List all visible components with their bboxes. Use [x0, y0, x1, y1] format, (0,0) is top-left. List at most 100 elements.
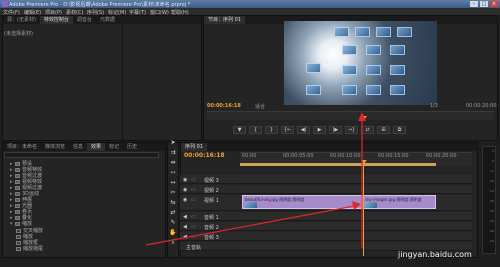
tab-markers[interactable]: 标记	[105, 143, 123, 151]
rolling-edit-tool-icon[interactable]: ⇿	[169, 169, 177, 177]
timeline-timecode[interactable]: 00:00:16:18	[184, 152, 225, 159]
work-area-bar[interactable]	[240, 163, 436, 166]
eye-icon[interactable]: ◉	[183, 197, 187, 203]
lock-icon[interactable]: ▭	[191, 177, 196, 183]
speaker-icon[interactable]: ◀	[183, 224, 187, 230]
tree-item-wipe[interactable]: ▾ 缩放	[10, 220, 32, 227]
maximize-button[interactable]: □	[480, 1, 488, 7]
audio-meter: 0 -6 -12 -18 -24 -30 -36 -42 -48 -54	[482, 146, 496, 254]
ruler-label: 00:00	[242, 153, 257, 159]
track-lane-audio-2[interactable]	[240, 222, 472, 231]
image-tile	[355, 27, 370, 37]
speaker-icon[interactable]: ◀	[183, 234, 187, 240]
program-playhead[interactable]	[361, 116, 367, 120]
timeline-clip-2[interactable]: sky-images.jpg 透明度:透明度	[362, 195, 436, 209]
close-button[interactable]: ×	[490, 1, 498, 7]
transition-icon	[16, 246, 21, 251]
menu-bar: 文件(F) 编辑(E) 项目(P) 素材(C) 序列(S) 标记(M) 字幕(T…	[0, 8, 500, 16]
tools: ➤ ⇉ ⇹ ⇿ ↔ ✂ ⇆ ⇄ ✎ ✋ ⌕	[168, 139, 178, 249]
tab-project[interactable]: 项目：未命名	[3, 143, 41, 151]
razor-tool-icon[interactable]: ✂	[169, 189, 177, 197]
lock-icon[interactable]: ▭	[191, 234, 196, 240]
image-tile	[390, 65, 405, 75]
lock-icon[interactable]: ▭	[191, 187, 196, 193]
mark-in-button[interactable]: {	[249, 126, 262, 134]
tab-effects[interactable]: 效果	[87, 143, 106, 151]
track-header-audio-2[interactable]: ◀ ▭ 音频 2	[180, 222, 240, 231]
track-header-video-3[interactable]: ◉ ▭ 视频 3	[180, 175, 240, 184]
timeline-playhead[interactable]	[361, 160, 367, 164]
folder-icon	[15, 221, 20, 226]
go-to-in-button[interactable]: {←	[281, 126, 294, 134]
image-tile	[334, 27, 349, 37]
minimize-button[interactable]: –	[470, 1, 478, 7]
transition-icon	[16, 228, 21, 233]
track-lane-video-2[interactable]	[240, 185, 472, 194]
slip-tool-icon[interactable]: ⇆	[169, 199, 177, 207]
image-tile	[342, 65, 357, 75]
folder-icon	[15, 209, 20, 214]
add-marker-button[interactable]: ▼	[233, 126, 246, 134]
speaker-icon[interactable]: ◀	[183, 214, 187, 220]
go-to-out-button[interactable]: →}	[345, 126, 358, 134]
track-header-audio-3[interactable]: ◀ ▭ 音频 3	[180, 232, 240, 241]
transition-icon	[16, 234, 21, 239]
folder-icon	[15, 191, 20, 196]
lock-icon[interactable]: ▭	[191, 197, 196, 203]
eye-icon[interactable]: ◉	[183, 187, 187, 193]
no-clip-selected-label: (未选择素材)	[4, 31, 33, 37]
safe-margins-button[interactable]: ⊞	[377, 126, 390, 134]
clip-thumbnail	[245, 202, 257, 208]
tab-sequence-01[interactable]: 序列 01	[181, 143, 207, 151]
folder-icon	[15, 203, 20, 208]
track-lane-video-3[interactable]	[240, 175, 472, 184]
timeline-tabs: 序列 01	[181, 143, 477, 151]
watermark: jingyan.baidu.com	[398, 250, 472, 259]
step-back-button[interactable]: ◀|	[297, 126, 310, 134]
timeline-clip-1[interactable]: beautiful-sky.jpg 透明度:透明度	[242, 195, 362, 209]
eye-icon[interactable]: ◉	[183, 177, 187, 183]
premiere-app-icon	[2, 1, 8, 7]
image-tile	[342, 45, 357, 55]
program-video-frame	[284, 21, 437, 105]
track-header-video-1[interactable]: ◉ ▭ 视频 1	[180, 195, 240, 211]
lock-icon[interactable]: ▭	[191, 214, 196, 220]
loop-button[interactable]: ⇄	[361, 126, 374, 134]
program-timecode[interactable]: 00:00:16:18	[207, 103, 241, 109]
selection-tool-icon[interactable]: ➤	[169, 139, 177, 147]
step-forward-button[interactable]: |▶	[329, 126, 342, 134]
track-select-tool-icon[interactable]: ⇉	[169, 149, 177, 157]
mark-out-button[interactable]: }	[265, 126, 278, 134]
slide-tool-icon[interactable]: ⇄	[169, 209, 177, 217]
tree-item-zoom-trails[interactable]: 缩放拖尾	[16, 245, 43, 252]
track-lane-audio-1[interactable]	[240, 212, 472, 221]
play-button[interactable]: ▶	[313, 126, 326, 134]
image-tile	[366, 85, 381, 95]
pen-tool-icon[interactable]: ✎	[169, 219, 177, 227]
tab-audio-mixer[interactable]: 调音台	[73, 16, 96, 24]
tab-media-browser[interactable]: 媒体浏览	[41, 143, 69, 151]
resolution-dropdown[interactable]: 1/2	[430, 103, 438, 109]
zoom-tool-icon[interactable]: ⌕	[169, 239, 177, 247]
tab-effect-controls[interactable]: 特效控制台	[39, 16, 73, 24]
tab-metadata[interactable]: 元数据	[96, 16, 119, 24]
program-mini-timeline[interactable]	[207, 111, 494, 120]
export-frame-button[interactable]: ⧉	[393, 126, 406, 134]
track-header-master[interactable]: 主音轨	[180, 242, 240, 251]
source-panel-tabs: 源：(无素材) 特效控制台 调音台 元数据	[3, 16, 201, 24]
tab-source[interactable]: 源：(无素材)	[3, 16, 40, 24]
track-lane-audio-3[interactable]	[240, 232, 472, 241]
track-header-audio-1[interactable]: ◀ ▭ 音频 1	[180, 212, 240, 221]
hand-tool-icon[interactable]: ✋	[169, 229, 177, 237]
lock-icon[interactable]: ▭	[191, 224, 196, 230]
effects-search-input[interactable]	[4, 152, 159, 158]
tab-history[interactable]: 历史	[123, 143, 141, 151]
tab-info[interactable]: 信息	[69, 143, 87, 151]
track-header-video-2[interactable]: ◉ ▭ 视频 2	[180, 185, 240, 194]
ripple-edit-tool-icon[interactable]: ⇹	[169, 159, 177, 167]
tab-program[interactable]: 节目：序列 01	[204, 16, 245, 24]
folder-icon	[15, 215, 20, 220]
fit-dropdown[interactable]: 适合	[255, 103, 265, 110]
rate-stretch-tool-icon[interactable]: ↔	[169, 179, 177, 187]
folder-icon	[15, 167, 20, 172]
